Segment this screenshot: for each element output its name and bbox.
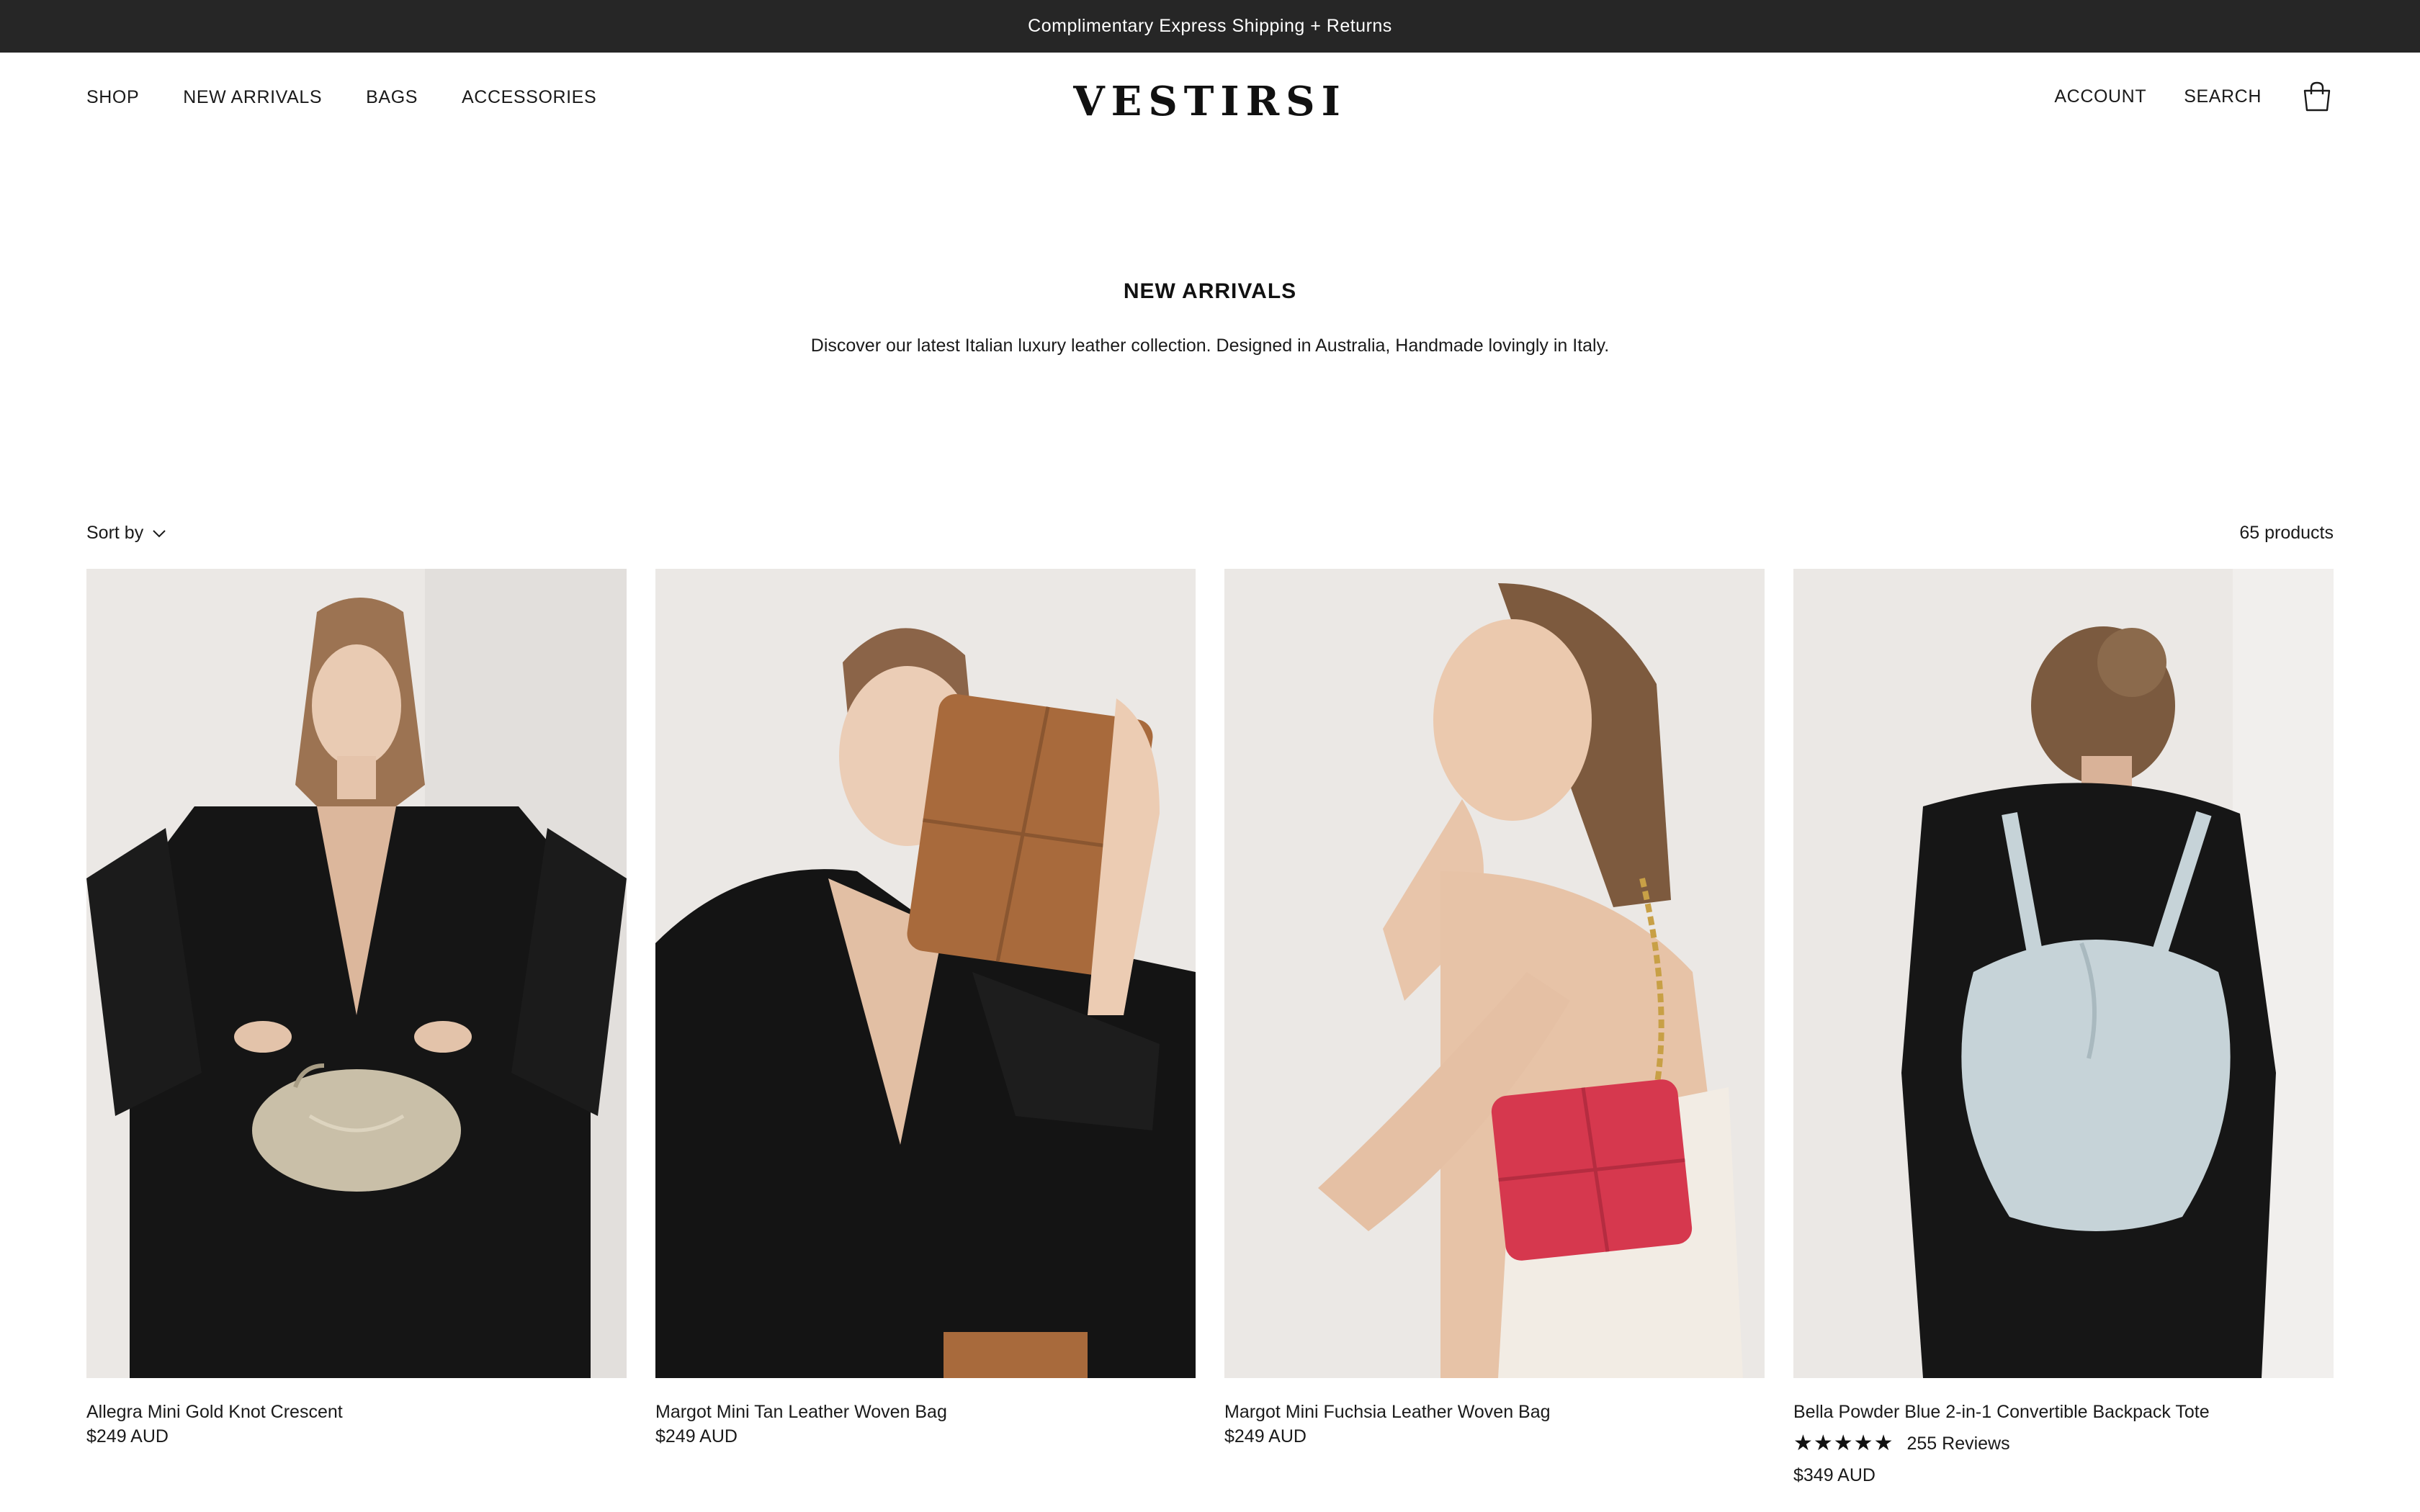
product-rating[interactable]: ★★★★★ 255 Reviews — [1793, 1431, 2334, 1456]
product-card[interactable]: Margot Mini Fuchsia Leather Woven Bag $2… — [1224, 569, 1765, 1449]
product-image[interactable] — [1224, 569, 1765, 1378]
page-title: NEW ARRIVALS — [1123, 279, 1297, 303]
account-link[interactable]: ACCOUNT — [2054, 84, 2146, 109]
product-count: 65 products — [2239, 523, 2334, 543]
product-title[interactable]: Margot Mini Fuchsia Leather Woven Bag — [1224, 1400, 1765, 1424]
product-card[interactable]: Bella Powder Blue 2-in-1 Convertible Bac… — [1793, 569, 2334, 1488]
announcement-text: Complimentary Express Shipping + Returns — [1028, 16, 1392, 36]
product-price: $249 AUD — [655, 1426, 738, 1446]
product-price: $249 AUD — [1224, 1426, 1307, 1446]
product-image[interactable] — [655, 569, 1196, 1378]
product-title[interactable]: Allegra Mini Gold Knot Crescent — [86, 1400, 627, 1424]
product-card[interactable]: Allegra Mini Gold Knot Crescent $249 AUD — [86, 569, 627, 1449]
sort-label: Sort by — [86, 523, 144, 543]
utility-nav: ACCOUNT SEARCH — [2017, 80, 2334, 113]
product-price: $349 AUD — [1793, 1465, 1876, 1485]
collection-toolbar: Sort by 65 products — [86, 523, 2334, 552]
product-image[interactable] — [1793, 569, 2334, 1378]
page-description: Discover our latest Italian luxury leath… — [810, 336, 1610, 356]
chevron-down-icon — [153, 529, 166, 537]
site-header: SHOP NEW ARRIVALS BAGS ACCESSORIES VESTI… — [0, 53, 2420, 142]
product-card[interactable]: Margot Mini Tan Leather Woven Bag $249 A… — [655, 569, 1196, 1449]
product-image[interactable] — [86, 569, 627, 1378]
star-rating-icon: ★★★★★ — [1793, 1431, 1894, 1455]
search-link[interactable]: SEARCH — [2184, 84, 2262, 109]
sort-dropdown[interactable]: Sort by — [86, 523, 166, 544]
announcement-bar: Complimentary Express Shipping + Returns — [0, 0, 2420, 53]
shopping-bag-icon[interactable] — [2300, 80, 2334, 113]
review-count[interactable]: 255 Reviews — [1906, 1431, 2009, 1456]
product-title[interactable]: Margot Mini Tan Leather Woven Bag — [655, 1400, 1196, 1424]
product-title[interactable]: Bella Powder Blue 2-in-1 Convertible Bac… — [1793, 1400, 2334, 1424]
product-price: $249 AUD — [86, 1426, 169, 1446]
